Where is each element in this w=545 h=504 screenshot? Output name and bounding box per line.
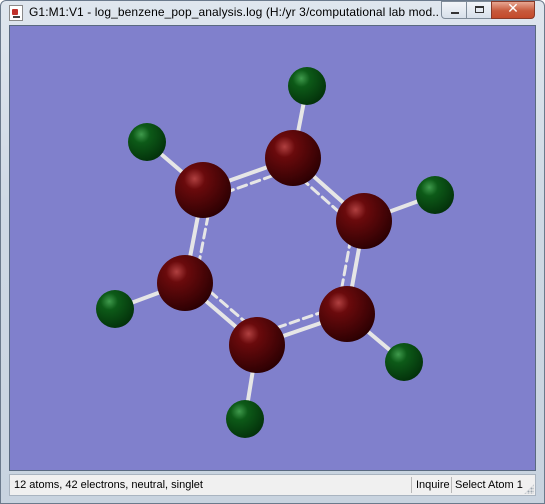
selection-indicator: Select Atom 1 (455, 479, 523, 491)
status-bar: 12 atoms, 42 electrons, neutral, singlet… (9, 474, 536, 496)
minimize-icon (451, 12, 459, 14)
carbon-atom[interactable] (175, 162, 231, 218)
carbon-atom[interactable] (336, 193, 392, 249)
resize-grip-icon[interactable] (524, 484, 534, 494)
carbon-atom[interactable] (319, 286, 375, 342)
carbon-atom[interactable] (265, 130, 321, 186)
molecule-viewport[interactable] (9, 25, 536, 471)
status-divider (411, 477, 412, 493)
carbon-atom[interactable] (229, 317, 285, 373)
molecule-summary: 12 atoms, 42 electrons, neutral, singlet (14, 479, 203, 491)
title-bar[interactable]: G1:M1:V1 - log_benzene_pop_analysis.log … (1, 1, 544, 25)
close-button[interactable]: ✕ (491, 1, 535, 19)
hydrogen-atom[interactable] (96, 290, 134, 328)
atoms-group (96, 67, 454, 438)
hydrogen-atom[interactable] (128, 123, 166, 161)
status-divider (451, 477, 452, 493)
maximize-button[interactable] (466, 1, 492, 19)
hydrogen-atom[interactable] (226, 400, 264, 438)
hydrogen-atom[interactable] (288, 67, 326, 105)
window-title: G1:M1:V1 - log_benzene_pop_analysis.log … (29, 5, 439, 19)
minimize-button[interactable] (441, 1, 467, 19)
gaussview-window: G1:M1:V1 - log_benzene_pop_analysis.log … (0, 0, 545, 504)
mode-indicator: Inquire (416, 479, 450, 491)
carbon-atom[interactable] (157, 255, 213, 311)
molecule-canvas[interactable] (10, 26, 535, 470)
app-icon[interactable] (9, 5, 23, 21)
restore-icon (475, 6, 484, 13)
hydrogen-atom[interactable] (416, 176, 454, 214)
close-icon: ✕ (507, 1, 519, 17)
hydrogen-atom[interactable] (385, 343, 423, 381)
